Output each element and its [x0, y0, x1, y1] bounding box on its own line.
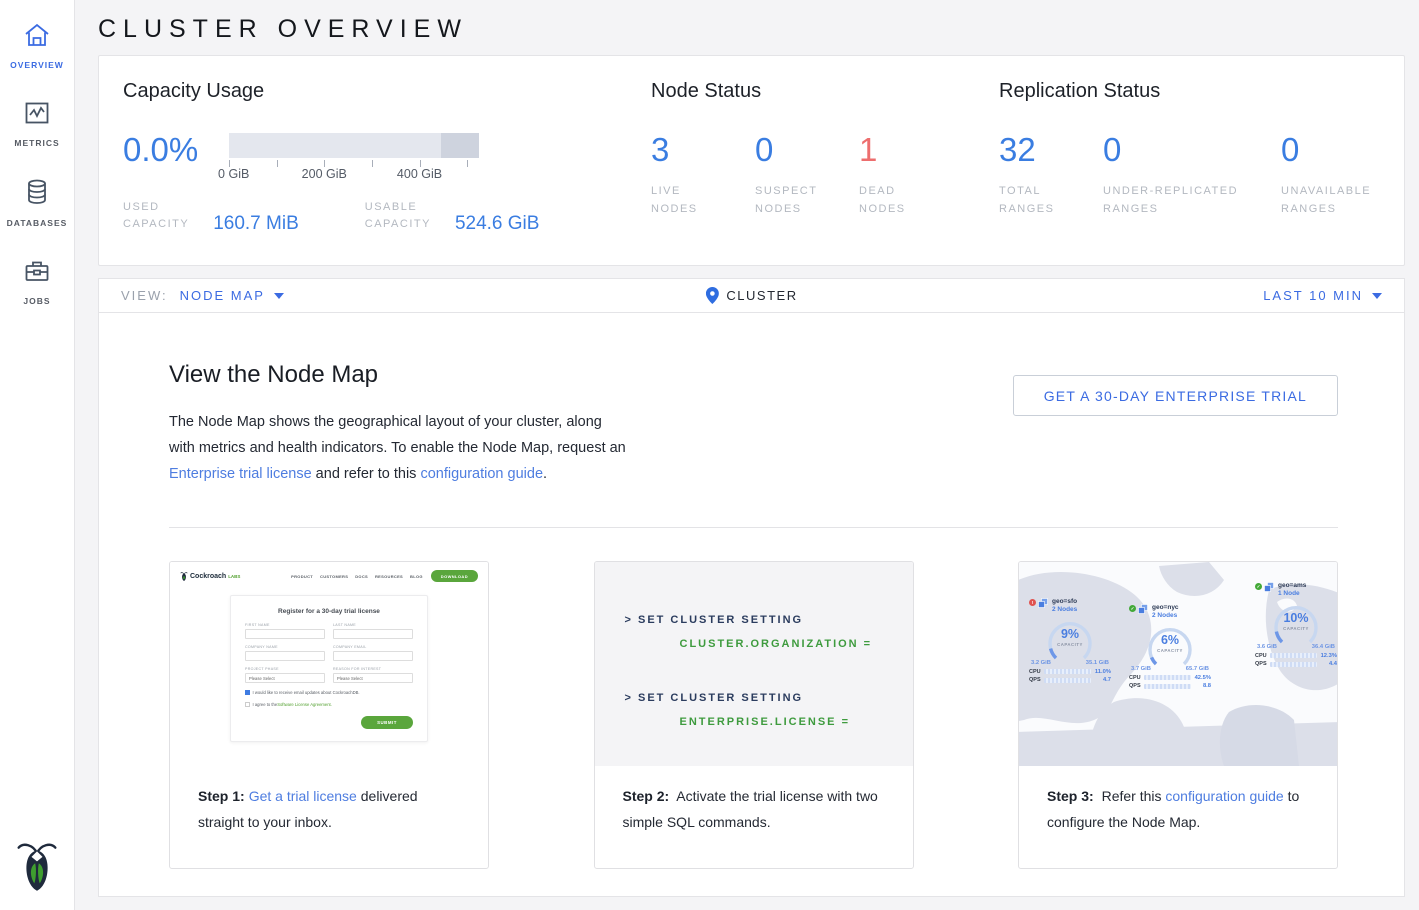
- locality-widget-sfo: ! geo=sfo2 Nodes 9% CAPACITY 3.2 GiB35.1…: [1025, 598, 1115, 683]
- submit-pill: SUBMIT: [361, 716, 413, 729]
- sidebar-item-label: OVERVIEW: [10, 60, 64, 70]
- live-status-icon: ✓: [1255, 583, 1262, 590]
- step3-node-map-thumbnail: ! geo=sfo2 Nodes 9% CAPACITY 3.2 GiB35.1…: [1019, 562, 1337, 766]
- capacity-bar-reserved-segment: [441, 133, 479, 158]
- home-icon: [23, 22, 51, 53]
- cluster-summary-card: Capacity Usage 0.0% 0 GiB 200 GiB 400 Gi…: [98, 55, 1405, 266]
- replication-status-title: Replication Status: [999, 80, 1380, 103]
- axis-label-400: 400 GiB: [397, 167, 442, 181]
- axis-label-0: 0 GiB: [218, 167, 249, 181]
- node-map-heading: View the Node Map: [169, 361, 631, 389]
- configuration-guide-link[interactable]: configuration guide: [420, 466, 543, 482]
- page-title: CLUSTER OVERVIEW: [98, 15, 1405, 44]
- step3-card: ! geo=sfo2 Nodes 9% CAPACITY 3.2 GiB35.1…: [1018, 561, 1338, 869]
- node-map-panel: View the Node Map The Node Map shows the…: [98, 313, 1405, 897]
- sidebar-item-overview[interactable]: OVERVIEW: [0, 16, 74, 78]
- cockroach-labs-logo: CockroachLABS: [180, 571, 240, 582]
- node-map-description: The Node Map shows the geographical layo…: [169, 409, 631, 487]
- locality-widget-ams: ✓ geo=ams1 Node 10% CAPACITY 3.6 GiB36.4…: [1251, 582, 1337, 667]
- enterprise-trial-license-link[interactable]: Enterprise trial license: [169, 466, 312, 482]
- chevron-down-icon: [274, 293, 284, 299]
- get-trial-license-link[interactable]: Get a trial license: [249, 788, 357, 804]
- capacity-usage-section: Capacity Usage 0.0% 0 GiB 200 GiB 400 Gi…: [123, 80, 651, 265]
- sidebar: OVERVIEW METRICS DATABASES JOBS: [0, 0, 75, 910]
- sidebar-item-label: JOBS: [23, 296, 50, 306]
- view-selector-dropdown[interactable]: NODE MAP: [180, 288, 284, 303]
- usable-capacity-stat: USABLECAPACITY 524.6 GiB: [365, 199, 540, 233]
- used-capacity-stat: USEDCAPACITY 160.7 MiB: [123, 199, 299, 233]
- capacity-bar: 0 GiB 200 GiB 400 GiB: [229, 133, 479, 183]
- configuration-guide-link[interactable]: configuration guide: [1165, 788, 1283, 804]
- suspect-nodes-stat: 0 SUSPECTNODES: [755, 133, 859, 218]
- divider: [169, 527, 1338, 528]
- trial-registration-form: Register for a 30-day trial license FIRS…: [230, 595, 428, 742]
- replication-status-section: Replication Status 32 TOTALRANGES 0 UNDE…: [999, 80, 1380, 265]
- briefcase-icon: [23, 258, 51, 289]
- node-cubes-icon: [1138, 604, 1149, 615]
- unavailable-ranges-stat: 0 UNAVAILABLERANGES: [1281, 133, 1371, 218]
- capacity-used-percent: 0.0%: [123, 133, 229, 183]
- step2-card: > SET CLUSTER SETTING CLUSTER.ORGANIZATI…: [594, 561, 914, 869]
- chevron-down-icon: [1372, 293, 1382, 299]
- download-pill: DOWNLOAD: [431, 570, 478, 582]
- node-status-title: Node Status: [651, 80, 999, 103]
- step1-caption: Step 1:Get a trial license delivered str…: [170, 766, 488, 835]
- cluster-breadcrumb: CLUSTER: [705, 287, 797, 304]
- sidebar-item-label: DATABASES: [7, 218, 68, 228]
- node-cubes-icon: [1264, 582, 1275, 593]
- usable-capacity-value: 524.6 GiB: [455, 213, 540, 235]
- location-pin-icon: [705, 287, 718, 304]
- step1-registration-thumbnail: CockroachLABS PRODUCTCUSTOMERS DOCSRESOU…: [170, 562, 488, 766]
- axis-label-200: 200 GiB: [302, 167, 347, 181]
- enterprise-trial-button[interactable]: GET A 30-DAY ENTERPRISE TRIAL: [1013, 375, 1338, 416]
- step1-card: CockroachLABS PRODUCTCUSTOMERS DOCSRESOU…: [169, 561, 489, 869]
- capacity-usage-title: Capacity Usage: [123, 80, 651, 103]
- sidebar-item-label: METRICS: [14, 138, 59, 148]
- sidebar-item-metrics[interactable]: METRICS: [0, 94, 74, 156]
- live-status-icon: ✓: [1129, 605, 1136, 612]
- view-label: VIEW:: [121, 288, 168, 303]
- step2-sql-thumbnail: > SET CLUSTER SETTING CLUSTER.ORGANIZATI…: [595, 562, 913, 766]
- node-cubes-icon: [1038, 598, 1049, 609]
- live-nodes-stat: 3 LIVENODES: [651, 133, 755, 218]
- under-replicated-ranges-stat: 0 UNDER-REPLICATEDRANGES: [1103, 133, 1281, 218]
- sidebar-item-jobs[interactable]: JOBS: [0, 252, 74, 314]
- time-range-dropdown[interactable]: LAST 10 MIN: [1263, 288, 1382, 303]
- used-capacity-value: 160.7 MiB: [213, 213, 299, 235]
- dead-status-icon: !: [1029, 599, 1036, 606]
- dead-nodes-stat: 1 DEADNODES: [859, 133, 963, 218]
- sidebar-item-databases[interactable]: DATABASES: [0, 172, 74, 236]
- database-icon: [23, 178, 51, 211]
- step2-caption: Step 2: Activate the trial license with …: [595, 766, 913, 835]
- locality-widget-nyc: ✓ geo=nyc2 Nodes 6% CAPACITY 3.7 GiB65.7…: [1125, 604, 1215, 689]
- capacity-axis-ticks: [229, 158, 479, 167]
- total-ranges-stat: 32 TOTALRANGES: [999, 133, 1103, 218]
- node-status-section: Node Status 3 LIVENODES 0 SUSPECTNODES 1…: [651, 80, 999, 265]
- capacity-bar-usable-segment: [229, 133, 441, 158]
- cockroachdb-logo: [15, 839, 59, 898]
- main-content: CLUSTER OVERVIEW Capacity Usage 0.0% 0 G…: [75, 15, 1419, 897]
- view-bar: VIEW: NODE MAP CLUSTER LAST 10 MIN: [98, 278, 1405, 313]
- metrics-icon: [23, 100, 51, 131]
- step3-caption: Step 3: Refer this configuration guide t…: [1019, 766, 1337, 835]
